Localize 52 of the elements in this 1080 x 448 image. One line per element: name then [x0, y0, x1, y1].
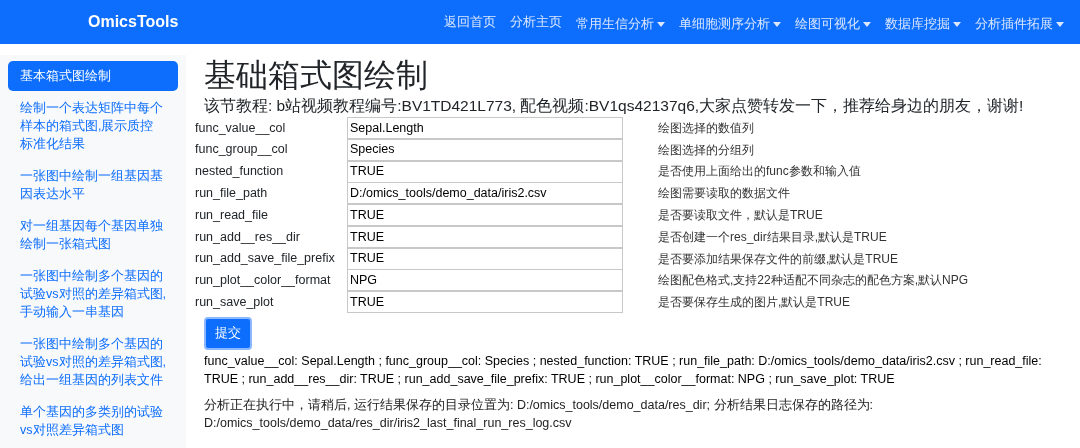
sidebar-item[interactable]: 一张图中绘制多个基因的试验vs对照的差异箱式图,给出一组基因的列表文件: [8, 329, 178, 395]
caret-icon: [1056, 21, 1064, 27]
param-label: run_save_plot: [195, 293, 275, 311]
param-label: run_add__res__dir: [195, 228, 301, 246]
nav-dropdown[interactable]: 绘图可视化: [795, 14, 871, 34]
param-input[interactable]: Species: [347, 138, 623, 161]
param-description: 是否使用上面给出的func参数和输入值: [658, 163, 861, 181]
param-description: 绘图配色格式,支持22种适配不同杂志的配色方案,默认NPG: [658, 272, 969, 290]
params-summary: func_value__col: Sepal.Length ; func_group__col: Species ; nested_function: TRUE ; run_file_path: D:/omics_tools/demo_data/iris2.csv ; run_read_file: TRUE ; run_add__res__dir: TRUE ; run_add_save_file_prefix: TRUE ; run_plot__color__format: NPG ; run_save_plot: TRUE: [204, 352, 1043, 388]
param-description: 绘图选择的数值列: [658, 119, 754, 137]
sidebar-item[interactable]: 一张图中绘制多个基因的试验vs对照的差异箱式图,手动输入一串基因: [8, 261, 178, 327]
sidebar-item[interactable]: 绘制一个表达矩阵中每个样本的箱式图,展示质控标准化结果: [8, 93, 178, 159]
param-description: 是否要保存生成的图片,默认是TRUE: [658, 294, 850, 312]
brand-logo[interactable]: OmicsTools: [88, 10, 288, 34]
sidebar-item[interactable]: 基本箱式图绘制: [8, 61, 178, 91]
status-message: 分析正在执行中，请稍后, 运行结果保存的目录位置为: D:/omics_tools/demo_data/res_dir; 分析结果日志保存的路径为: D:/omics_tools/demo_data/res_dir/iris2_last_final_run_res_log.csv: [204, 396, 874, 432]
sidebar-item[interactable]: 一张图中绘制一组基因基因表达水平: [8, 161, 178, 209]
param-label: nested_function: [195, 163, 285, 181]
caret-icon: [953, 21, 961, 27]
sidebar-item[interactable]: 单个基因的多类别的试验vs对照差异箱式图: [8, 397, 178, 445]
param-label: run_file_path: [195, 184, 269, 202]
nav-link[interactable]: 返回首页: [444, 12, 496, 32]
param-description: 是否要添加结果保存文件的前缀,默认是TRUE: [658, 250, 898, 268]
param-label: run_read_file: [195, 206, 269, 224]
param-label: func_group__col: [195, 141, 289, 159]
param-input[interactable]: TRUE: [347, 160, 623, 183]
param-description: 绘图需要读取的数据文件: [658, 185, 790, 203]
param-description: 是否创建一个res_dir结果目录,默认是TRUE: [658, 228, 887, 246]
param-input[interactable]: TRUE: [347, 204, 623, 227]
nav-dropdown[interactable]: 单细胞测序分析: [679, 14, 781, 34]
nav-link[interactable]: 分析主页: [510, 12, 562, 32]
param-input[interactable]: TRUE: [347, 247, 623, 270]
submit-button[interactable]: 提交: [204, 317, 252, 350]
param-input[interactable]: D:/omics_tools/demo_data/iris2.csv: [347, 182, 623, 205]
param-label: run_add_save_file_prefix: [195, 250, 336, 268]
param-description: 是否要读取文件，默认是TRUE: [658, 207, 823, 225]
sidebar-item[interactable]: 对一组基因每个基因单独绘制一张箱式图: [8, 211, 178, 259]
nav-dropdown[interactable]: 常用生信分析: [576, 14, 665, 34]
param-label: run_plot__color__format: [195, 272, 332, 290]
param-input[interactable]: TRUE: [347, 225, 623, 248]
nav-dropdown[interactable]: 数据库挖掘: [885, 14, 961, 34]
page-title: 基础箱式图绘制: [204, 56, 429, 95]
caret-icon: [657, 21, 665, 27]
param-input[interactable]: TRUE: [347, 291, 623, 314]
caret-icon: [773, 21, 781, 27]
param-description: 绘图选择的分组列: [658, 141, 754, 159]
page-subtitle: 该节教程: b站视频教程编号:BV1TD421L773, 配色视频:BV1qs42137q6,大家点赞转发一下，推荐给身边的朋友，谢谢!: [204, 96, 1025, 116]
caret-icon: [863, 21, 871, 27]
param-label: func_value__col: [195, 119, 287, 137]
param-input[interactable]: Sepal.Length: [347, 116, 623, 139]
param-input[interactable]: NPG: [347, 269, 623, 292]
nav-dropdown[interactable]: 分析插件拓展: [975, 14, 1064, 34]
